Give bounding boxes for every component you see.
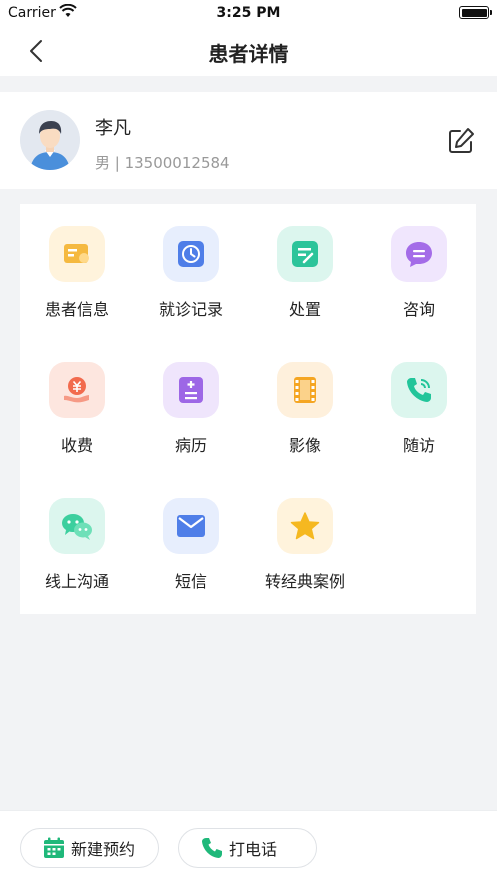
grid-item-patient-info[interactable]: 患者信息 [20,204,134,340]
chat-bubble-icon [391,226,447,282]
prescription-icon [277,226,333,282]
nav-bar: 患者详情 [0,26,497,76]
clock-icon [163,226,219,282]
grid-item-label: 转经典案例 [264,572,345,591]
avatar [20,110,80,170]
phone-icon [202,838,222,858]
payment-icon [49,362,105,418]
grid-item-sms[interactable]: 短信 [134,476,248,612]
grid-item-label: 就诊记录 [158,300,223,319]
grid-item-imaging[interactable]: 影像 [248,340,362,476]
battery-icon [459,6,492,19]
grid-item-label: 病历 [174,436,207,455]
grid-item-label: 随访 [402,436,435,455]
grid-item-online-chat[interactable]: 线上沟通 [20,476,134,612]
call-label: 打电话 [229,840,278,859]
page-title: 患者详情 [208,42,289,66]
edit-icon[interactable] [446,126,476,156]
grid-item-medical-record[interactable]: 病历 [134,340,248,476]
patient-profile-card: 李凡 男 | 13500012584 [0,92,497,189]
medical-record-icon [163,362,219,418]
back-arrow-icon[interactable] [24,38,50,64]
grid-item-label: 线上沟通 [44,572,109,591]
patient-gender-phone: 男 | 13500012584 [95,154,230,172]
grid-item-classic-case[interactable]: 转经典案例 [248,476,362,612]
wechat-icon [49,498,105,554]
star-icon [277,498,333,554]
status-bar: Carrier 3:25 PM [0,0,497,26]
grid-item-label: 患者信息 [44,300,109,319]
grid-item-label: 收费 [60,436,93,455]
patient-name: 李凡 [95,118,131,139]
avatar-illustration [20,110,80,170]
grid-item-charge[interactable]: 收费 [20,340,134,476]
call-button[interactable]: 打电话 [178,828,317,868]
clock-time: 3:25 PM [216,5,281,21]
grid-item-consult[interactable]: 咨询 [362,204,476,340]
grid-item-label: 处置 [288,300,321,319]
grid-item-label: 影像 [288,436,321,455]
calendar-icon [44,837,64,858]
grid-item-follow-up[interactable]: 随访 [362,340,476,476]
grid-item-visit-records[interactable]: 就诊记录 [134,204,248,340]
grid-item-label: 咨询 [402,300,435,319]
bottom-action-bar: 新建预约 打电话 [0,810,497,883]
grid-item-label: 短信 [174,572,207,591]
function-grid: 患者信息 就诊记录 处置 咨询 收费 病历 影像 随访 线上沟通 短信 转经典案… [20,204,476,614]
new-appointment-label: 新建预约 [71,840,136,859]
id-card-icon [49,226,105,282]
envelope-icon [163,498,219,554]
phone-call-icon [391,362,447,418]
grid-item-treatment[interactable]: 处置 [248,204,362,340]
new-appointment-button[interactable]: 新建预约 [20,828,159,868]
film-icon [277,362,333,418]
